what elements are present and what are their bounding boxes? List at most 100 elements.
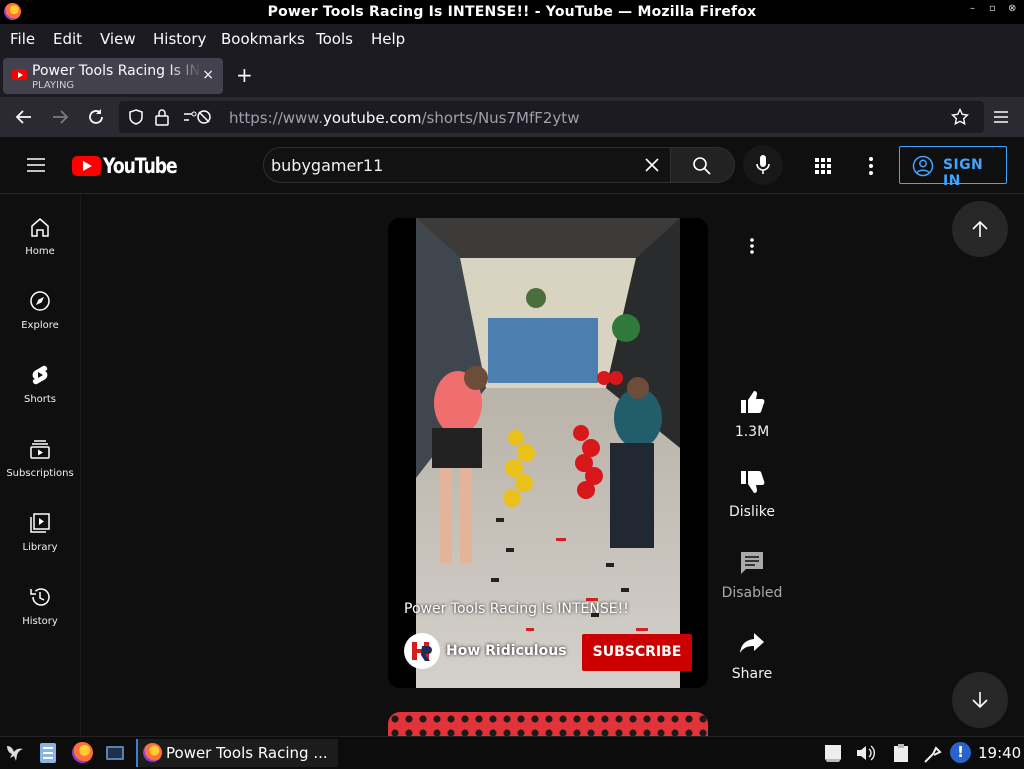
sidebar-item-label: Home	[25, 246, 55, 257]
hamburger-menu-icon[interactable]	[26, 155, 46, 175]
permissions-autoplay-icon[interactable]	[182, 108, 212, 126]
comment-icon	[741, 552, 763, 574]
clear-search-icon[interactable]	[645, 158, 659, 172]
share-label: Share	[731, 666, 773, 682]
sidebar-item-home[interactable]: Home	[0, 216, 80, 290]
settings-more-icon[interactable]	[867, 156, 875, 176]
subscribe-button[interactable]: SUBSCRIBE	[582, 634, 692, 671]
notes-icon[interactable]	[891, 743, 913, 765]
thumbs-down-icon	[741, 471, 765, 493]
youtube-header: YouTube bubygamer11 SIGN IN	[0, 137, 1024, 194]
bookmark-star-icon[interactable]	[951, 108, 969, 126]
sidebar-item-label: Subscriptions	[6, 468, 74, 479]
sidebar-item-label: Explore	[21, 320, 59, 331]
channel-avatar[interactable]	[404, 633, 440, 669]
sidebar-item-label: Library	[22, 542, 58, 553]
short-title[interactable]: Power Tools Racing Is INTENSE!!	[404, 601, 629, 617]
file-manager-icon[interactable]	[39, 742, 57, 764]
url-text[interactable]: https://www.youtube.com/shorts/Nus7MfF2y…	[229, 109, 579, 127]
sidebar-item-label: History	[22, 616, 58, 627]
youtube-logo-text[interactable]: YouTube	[103, 154, 178, 178]
menu-file[interactable]: File	[10, 30, 35, 48]
menu-bookmarks[interactable]: Bookmarks	[221, 30, 305, 48]
lock-icon[interactable]	[154, 108, 170, 126]
menu-help[interactable]: Help	[371, 30, 405, 48]
window-title: Power Tools Racing Is INTENSE!! - YouTub…	[267, 4, 757, 20]
volume-icon[interactable]	[855, 743, 877, 763]
taskbar-window-title: Power Tools Racing ...	[166, 744, 328, 762]
new-tab-button[interactable]: +	[236, 63, 253, 87]
close-window-button[interactable]: ⊗	[1008, 3, 1016, 14]
search-button[interactable]	[671, 147, 735, 183]
start-menu-bird-icon[interactable]	[4, 742, 26, 764]
search-input[interactable]: bubygamer11	[263, 147, 671, 183]
url-domain: youtube.com	[322, 109, 422, 127]
menu-view[interactable]: View	[100, 30, 136, 48]
sidebar: Home Explore Shorts Subscriptions Librar…	[0, 194, 81, 736]
comments-disabled-label: Disabled	[721, 585, 783, 601]
reload-icon[interactable]	[85, 106, 107, 128]
sidebar-item-explore[interactable]: Explore	[0, 290, 80, 364]
url-prefix: https://www.	[229, 109, 323, 127]
subscribe-label: SUBSCRIBE	[592, 644, 682, 660]
share-arrow-icon	[740, 633, 764, 653]
navigation-toolbar: https://www.youtube.com/shorts/Nus7MfF2y…	[0, 97, 1024, 137]
terminal-icon[interactable]	[105, 743, 125, 763]
home-icon	[31, 218, 49, 237]
browser-tab[interactable]: Power Tools Racing Is INTENSE!! - YouTub…	[3, 58, 223, 94]
network-tools-icon[interactable]	[922, 743, 944, 765]
url-path: /shorts/Nus7MfF2ytw	[421, 109, 580, 127]
tab-strip: Power Tools Racing Is INTENSE!! - YouTub…	[0, 54, 1024, 97]
search-input-value: bubygamer11	[271, 156, 384, 175]
like-count: 1.3M	[734, 424, 770, 440]
taskbar-firefox-window[interactable]: Power Tools Racing ...	[136, 739, 338, 767]
shorts-icon	[32, 365, 48, 385]
next-short-button[interactable]	[952, 672, 1008, 728]
menu-bar: File Edit View History Bookmarks Tools H…	[0, 24, 1024, 54]
sign-in-button[interactable]: SIGN IN	[899, 146, 1007, 189]
previous-short-button[interactable]	[952, 201, 1008, 257]
sign-in-label: SIGN IN	[943, 157, 984, 189]
short-more-options-icon[interactable]	[748, 237, 756, 255]
back-arrow-icon[interactable]	[13, 106, 35, 128]
sidebar-item-label: Shorts	[23, 394, 57, 405]
next-short-preview[interactable]	[388, 712, 708, 736]
clipboard-icon[interactable]	[823, 743, 843, 763]
url-bar[interactable]: https://www.youtube.com/shorts/Nus7MfF2y…	[119, 101, 984, 133]
sidebar-item-subscriptions[interactable]: Subscriptions	[0, 438, 80, 512]
menu-edit[interactable]: Edit	[53, 30, 82, 48]
youtube-logo-icon[interactable]	[72, 156, 101, 176]
video-frame-image[interactable]	[416, 218, 680, 688]
sidebar-item-history[interactable]: History	[0, 586, 80, 660]
short-video-player[interactable]: Power Tools Racing Is INTENSE!! How Ridi…	[388, 218, 708, 688]
firefox-launcher-icon[interactable]	[72, 742, 93, 763]
maximize-button[interactable]: ▫	[989, 3, 996, 14]
library-icon	[30, 513, 50, 533]
menu-history[interactable]: History	[153, 30, 206, 48]
apps-grid-icon[interactable]	[814, 157, 832, 175]
dislike-label: Dislike	[729, 504, 775, 520]
thumbs-up-icon	[741, 391, 765, 413]
tab-title: Power Tools Racing Is INTENSE!! - YouTub…	[32, 63, 202, 79]
minimize-button[interactable]: –	[970, 3, 975, 14]
app-menu-icon[interactable]	[990, 106, 1012, 128]
tab-close-button[interactable]: ×	[202, 67, 214, 83]
youtube-favicon-icon	[12, 69, 27, 80]
microphone-icon	[756, 155, 770, 174]
update-notification-icon[interactable]: !	[950, 742, 971, 763]
account-icon	[912, 155, 934, 177]
compass-icon	[30, 291, 50, 311]
search-icon	[693, 157, 711, 175]
os-taskbar: Power Tools Racing ... ! 19:40	[0, 736, 1024, 769]
clock: 19:40	[978, 744, 1022, 762]
tab-playing-status: PLAYING	[32, 80, 75, 91]
how-ridiculous-logo-icon	[412, 642, 432, 661]
sidebar-item-library[interactable]: Library	[0, 512, 80, 586]
menu-tools[interactable]: Tools	[316, 30, 353, 48]
shield-icon[interactable]	[127, 108, 145, 126]
sidebar-item-shorts[interactable]: Shorts	[0, 364, 80, 438]
forward-arrow-icon[interactable]	[49, 106, 71, 128]
window-title-bar: Power Tools Racing Is INTENSE!! - YouTub…	[0, 0, 1024, 24]
voice-search-button[interactable]	[743, 145, 783, 185]
channel-name[interactable]: How Ridiculous	[446, 643, 567, 659]
